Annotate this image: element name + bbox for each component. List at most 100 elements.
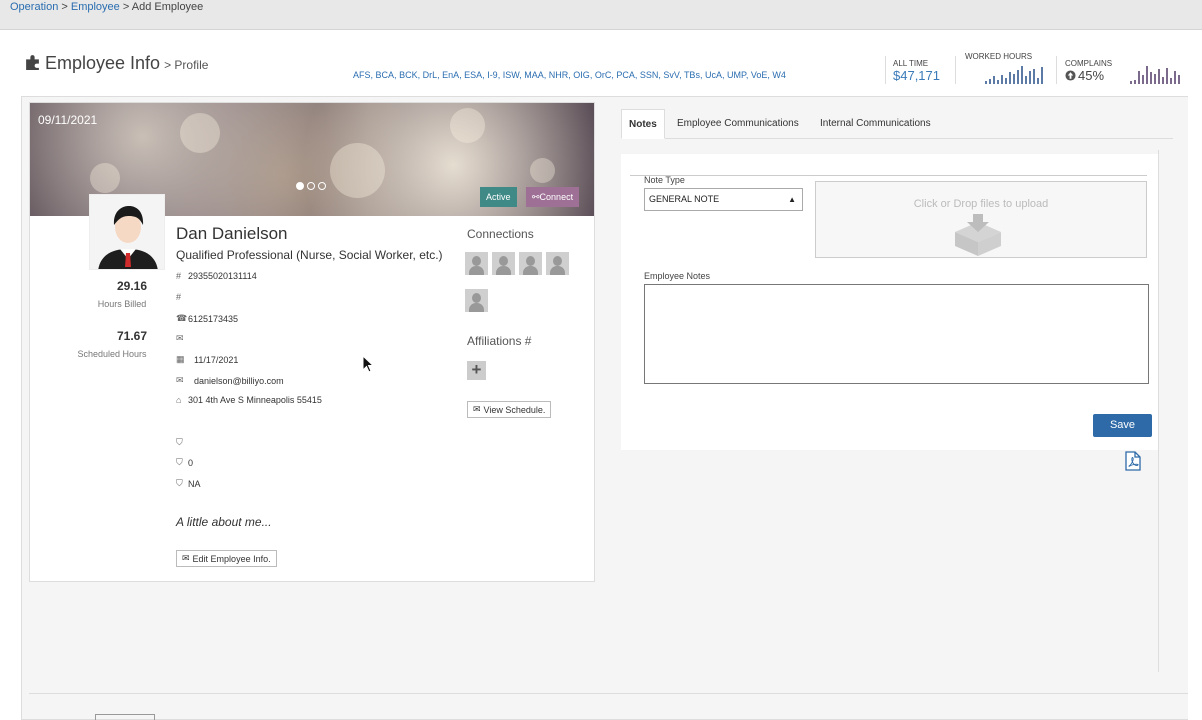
carousel-dot[interactable] (296, 182, 304, 190)
doc-link[interactable]: OIG (573, 70, 590, 80)
connections-title: Connections (467, 227, 534, 241)
link-icon: ⚯ (532, 192, 540, 202)
banner-bokeh (450, 108, 485, 143)
shield-value: 0 (188, 457, 194, 468)
sparkline-bar (989, 78, 991, 84)
envelope-icon: ✉ (176, 333, 184, 343)
all-time-label: ALL TIME (893, 59, 929, 68)
doc-link[interactable]: AFS (353, 70, 371, 80)
employee-notes-textarea[interactable] (644, 284, 1149, 384)
doc-link[interactable]: EnA (442, 70, 459, 80)
doc-link[interactable]: NHR (549, 70, 569, 80)
id-number-2-row: # (176, 292, 188, 302)
shield-value: NA (188, 478, 201, 489)
doc-link[interactable]: MAA (524, 70, 544, 80)
carousel-dot[interactable] (307, 182, 315, 190)
doc-link[interactable]: OrC (595, 70, 612, 80)
connection-avatar[interactable] (546, 252, 569, 275)
arrow-up-circle-icon (1065, 70, 1076, 81)
doc-link[interactable]: TBs (684, 70, 700, 80)
date: 11/17/2021 (194, 354, 239, 365)
tab-internal-communications[interactable]: Internal Communications (813, 109, 938, 139)
banner-bokeh (530, 158, 555, 183)
doc-link[interactable]: I-9 (487, 70, 498, 80)
doc-link[interactable]: PCA (616, 70, 635, 80)
sparkline-bar (997, 80, 999, 84)
banner-bokeh (330, 143, 385, 198)
stat-divider (955, 56, 956, 84)
file-dropzone[interactable]: Click or Drop files to upload (815, 181, 1147, 258)
edit-employee-button[interactable]: ✉ Edit Employee Info. (176, 550, 277, 567)
doc-link[interactable]: VoE (751, 70, 768, 80)
sparkline-bar (1013, 73, 1015, 84)
sparkline-bar (1130, 81, 1132, 84)
connection-avatar[interactable] (492, 252, 515, 275)
home-icon: ⌂ (176, 395, 182, 405)
scheduled-hours-value: 71.67 (116, 329, 148, 343)
sparkline-bar (1154, 73, 1156, 84)
doc-link[interactable]: ISW (503, 70, 520, 80)
sparkline-bar (1017, 69, 1019, 84)
connect-button[interactable]: ⚯Connect (526, 187, 580, 207)
doc-link[interactable]: BCK (399, 70, 418, 80)
save-button[interactable]: Save (1093, 414, 1152, 437)
doc-link[interactable]: UcA (705, 70, 722, 80)
sparkline-bar (1174, 70, 1176, 84)
email-secondary-row: ✉ (176, 333, 188, 344)
add-affiliation-button[interactable]: + (467, 361, 486, 380)
tab-notes[interactable]: Notes (621, 109, 665, 139)
sparkline-bar (1158, 69, 1160, 84)
id-number-row: #29355020131114 (176, 271, 257, 281)
tab-employee-communications[interactable]: Employee Communications (670, 109, 806, 139)
address: 301 4th Ave S Minneapolis 55415 (188, 395, 322, 405)
doc-link[interactable]: SSN (640, 70, 659, 80)
phone: 6125173435 (188, 313, 239, 324)
all-time-stat: ALL TIME $47,171 (893, 52, 940, 83)
sparkline-bar (1162, 76, 1164, 84)
breadcrumb-employee[interactable]: Employee (71, 1, 120, 13)
employee-notes-label: Employee Notes (644, 271, 711, 281)
breadcrumb-current: Add Employee (131, 1, 204, 13)
scheduled-hours-label: Scheduled Hours (77, 349, 147, 359)
connection-avatar[interactable] (465, 289, 488, 312)
carousel-dot[interactable] (318, 182, 326, 190)
address-row: ⌂ 301 4th Ave S Minneapolis 55415 (176, 395, 322, 405)
sparkline-bar (1009, 72, 1011, 84)
sparkline-bar (1142, 75, 1144, 84)
sparkline-bar (985, 81, 987, 84)
doc-link[interactable]: ESA (464, 70, 482, 80)
doc-link[interactable]: BCA (376, 70, 395, 80)
hours-billed-value: 29.16 (116, 279, 148, 293)
notes-tabs: Notes Employee Communications Internal C… (621, 109, 1173, 139)
panel-divider (1158, 150, 1159, 672)
email: danielson@billiyo.com (194, 375, 284, 386)
sparkline-bar (1005, 77, 1007, 84)
sparkline-bar (1041, 67, 1043, 84)
envelope-icon: ✉ (473, 404, 481, 414)
view-schedule-button[interactable]: ✉ View Schedule. (467, 401, 552, 418)
form-divider (630, 175, 1147, 176)
pdf-icon[interactable] (1125, 451, 1141, 471)
sparkline-bar (1134, 79, 1136, 84)
edit-employee-label: Edit Employee Info. (192, 553, 271, 564)
doc-link[interactable]: SvV (663, 70, 679, 80)
complains-label: COMPLAINS (1065, 59, 1113, 68)
hours-billed-label: Hours Billed (97, 299, 147, 309)
complains-sparkline (1130, 66, 1180, 84)
complains-stat: COMPLAINS 45% (1065, 52, 1112, 83)
doc-link[interactable]: DrL (423, 70, 438, 80)
doc-link[interactable]: W4 (772, 70, 786, 80)
shield-icon: ⛉ (176, 437, 183, 447)
shield-row-1: ⛉ (176, 437, 188, 448)
doc-link[interactable]: UMP (727, 70, 746, 80)
connection-avatar[interactable] (465, 252, 488, 275)
bottom-tab[interactable] (95, 714, 155, 720)
connection-avatar[interactable] (519, 252, 542, 275)
envelope-icon: ✉ (176, 375, 184, 385)
breadcrumb-operation[interactable]: Operation (10, 1, 58, 13)
carousel-dots[interactable] (296, 182, 326, 190)
note-type-select[interactable]: GENERAL NOTE ▲ (644, 188, 803, 211)
banner-date: 09/11/2021 (38, 113, 98, 127)
connect-label: Connect (539, 192, 574, 202)
page-subtitle: > Profile (164, 58, 209, 72)
